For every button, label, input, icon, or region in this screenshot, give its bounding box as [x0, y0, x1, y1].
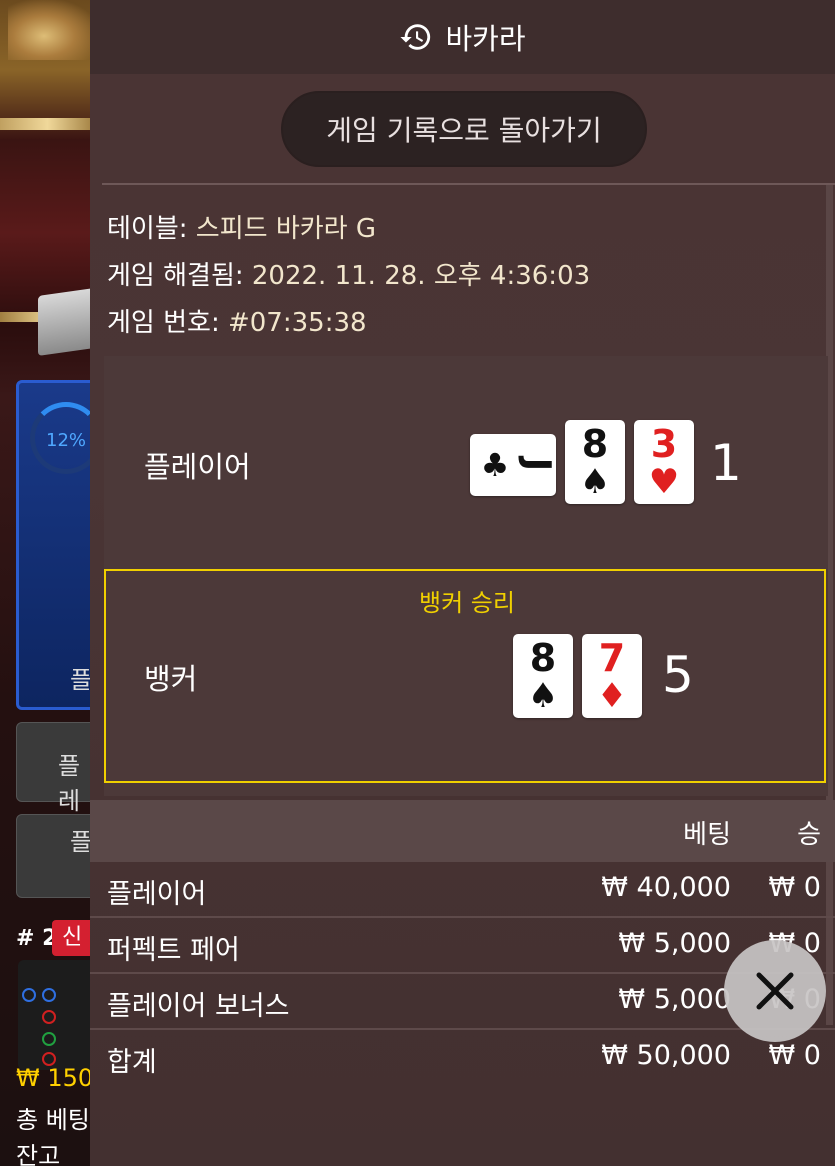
table-rail — [0, 118, 95, 130]
divider — [102, 183, 835, 185]
player-card-2-rank: 8 — [581, 422, 609, 466]
close-icon — [756, 972, 794, 1010]
bet-amount: ₩ 5,000 — [618, 984, 731, 1015]
bets-table-header: 베팅 승 — [90, 800, 835, 862]
bet-amount: ₩ 40,000 — [601, 872, 731, 903]
close-button[interactable] — [724, 940, 826, 1042]
history-icon — [400, 24, 431, 50]
game-number-value: #07:35:38 — [227, 308, 367, 338]
col-bet-header: 베팅 — [683, 820, 731, 850]
game-number-info: 게임 번호: #07:35:38 — [107, 302, 367, 339]
table-info: 테이블: 스피드 바카라 G — [107, 208, 376, 245]
col-win-header: 승 — [797, 820, 821, 850]
total-name: 합계 — [107, 1047, 157, 1078]
background-game-table: 12% 플 플레 플 # 2 신 ₩ 150 총 베팅 잔고 ₩0 — [0, 0, 102, 1166]
player-label: 플레이어 — [144, 450, 251, 484]
resolved-info-value: 2022. 11. 28. 오후 4:36:03 — [251, 261, 591, 291]
back-to-history-button[interactable]: 게임 기록으로 돌아가기 — [281, 91, 647, 167]
total-bet-amount: ₩ 50,000 — [601, 1040, 731, 1071]
player-card-3-rank: 3 — [650, 422, 678, 466]
progress-percent: 12% — [46, 430, 87, 451]
resolved-info-label: 게임 해결됨: — [107, 261, 252, 291]
player-bet-label: 플 — [70, 666, 93, 694]
bet-amount: ₩ 150 — [16, 1064, 94, 1092]
table-row-total: 합계 ₩ 50,000 ₩ 0 — [90, 1030, 835, 1086]
table-row: 플레이어 보너스 ₩ 5,000 ₩ 0 — [90, 974, 835, 1030]
player-card-1-rank: J — [516, 457, 558, 472]
bet-name: 퍼펙트 페어 — [107, 935, 240, 966]
game-number-label: 게임 번호: — [107, 308, 228, 338]
player-card-1: ♣ J — [470, 434, 558, 496]
player-card-2: 8 ♠ — [565, 420, 625, 504]
lamp-decoration — [8, 0, 98, 60]
player-card-3-suit: ♥ — [648, 462, 680, 502]
player-card-1-suit: ♣ — [480, 446, 510, 484]
table-row: 퍼펙트 페어 ₩ 5,000 ₩ 0 — [90, 918, 835, 974]
bet-amount: ₩ 5,000 — [618, 928, 731, 959]
resolved-info: 게임 해결됨: 2022. 11. 28. 오후 4:36:03 — [107, 255, 590, 292]
total-win-amount: ₩ 0 — [768, 1040, 821, 1071]
bet-name: 플레이어 — [107, 879, 207, 910]
player-score: 1 — [710, 434, 742, 492]
balance-label: 잔고 ₩0 — [16, 1142, 61, 1166]
player-card-2-suit: ♠ — [579, 462, 611, 502]
win-amount: ₩ 0 — [768, 872, 821, 903]
bet-name: 플레이어 보너스 — [107, 991, 290, 1022]
page-title: 바카라 — [445, 22, 526, 56]
panel-header: 바카라 — [90, 0, 835, 74]
player-pair-bet-label: 플 — [70, 828, 93, 856]
table-row: 플레이어 ₩ 40,000 ₩ 0 — [90, 862, 835, 918]
winner-text: 뱅커 승리 — [419, 589, 515, 617]
table-info-label: 테이블: — [107, 214, 196, 244]
total-bet-label: 총 베팅 — [16, 1106, 90, 1134]
mini-roadmap — [18, 960, 96, 1070]
player-card-3: 3 ♥ — [634, 420, 694, 504]
card-shoe — [38, 288, 94, 356]
banker-winner-highlight: 뱅커 승리 — [104, 569, 826, 783]
table-info-value: 스피드 바카라 G — [195, 214, 376, 244]
